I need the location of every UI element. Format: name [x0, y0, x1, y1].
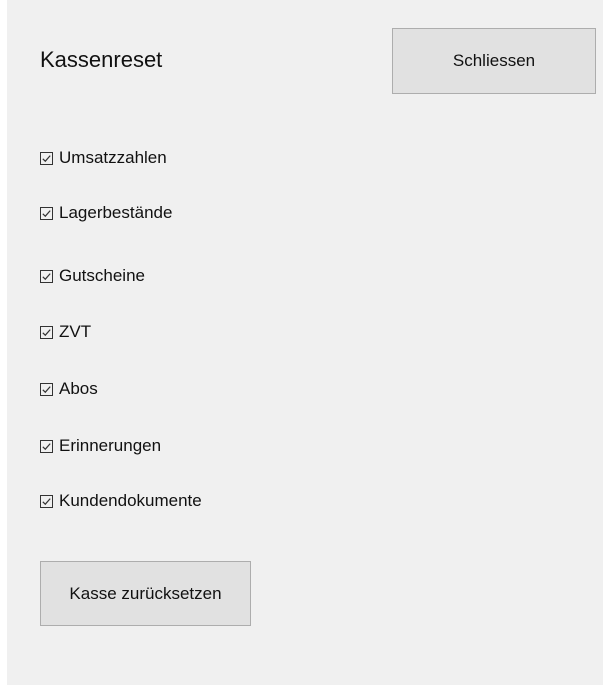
option-gutscheine[interactable]: Gutscheine — [40, 261, 145, 291]
option-umsatzzahlen[interactable]: Umsatzzahlen — [40, 143, 167, 173]
option-label: Lagerbestände — [59, 203, 173, 222]
checkbox-checked-icon[interactable] — [40, 494, 53, 508]
option-kundendokumente[interactable]: Kundendokumente — [40, 486, 202, 516]
option-label: Gutscheine — [59, 266, 145, 285]
checkbox-checked-icon[interactable] — [40, 325, 53, 339]
option-label: ZVT — [59, 322, 92, 341]
option-label: Abos — [59, 379, 98, 398]
option-label: Kundendokumente — [59, 491, 202, 510]
checkbox-checked-icon[interactable] — [40, 206, 53, 220]
checkbox-checked-icon[interactable] — [40, 439, 53, 453]
checkbox-checked-icon[interactable] — [40, 151, 53, 165]
close-button[interactable]: Schliessen — [392, 28, 596, 94]
option-lagerbestaende[interactable]: Lagerbestände — [40, 198, 172, 228]
reset-register-button[interactable]: Kasse zurücksetzen — [40, 561, 251, 626]
option-label: Umsatzzahlen — [59, 148, 167, 167]
option-zvt[interactable]: ZVT — [40, 317, 91, 347]
dialog-title: Kassenreset — [40, 47, 163, 72]
option-abos[interactable]: Abos — [40, 374, 98, 404]
option-erinnerungen[interactable]: Erinnerungen — [40, 431, 161, 461]
checkbox-checked-icon[interactable] — [40, 382, 53, 396]
kassenreset-dialog: Kassenreset Schliessen Umsatzzahlen Lage… — [7, 0, 603, 685]
option-label: Erinnerungen — [59, 436, 162, 455]
checkbox-checked-icon[interactable] — [40, 269, 53, 283]
